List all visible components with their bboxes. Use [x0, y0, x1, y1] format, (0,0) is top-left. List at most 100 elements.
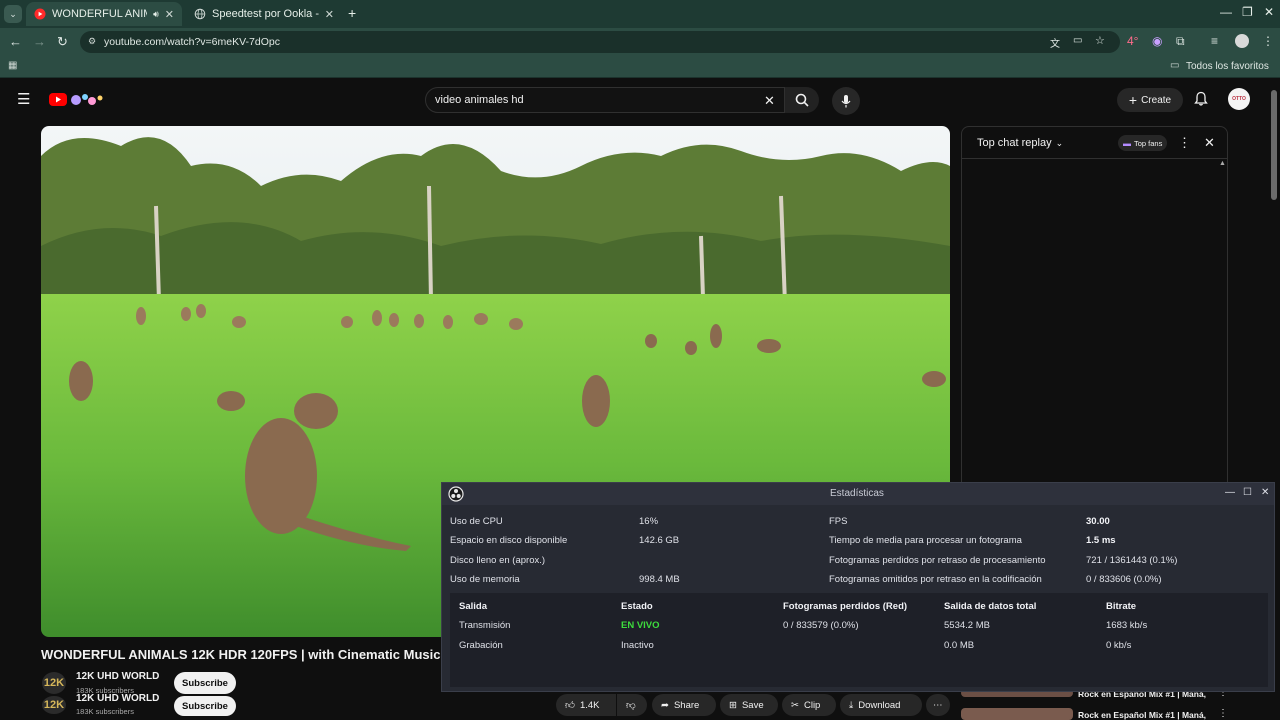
video-title: WONDERFUL ANIMALS 12K HDR 120FPS | with … — [41, 647, 441, 662]
address-bar[interactable]: ⚙︎ youtube.com/watch?v=6meKV-7dOpc 文 ▭ ☆ — [80, 31, 1120, 53]
obs-close-icon[interactable]: ✕ — [1261, 487, 1269, 498]
stat-value: 0 / 833606 (0.0%) — [1086, 574, 1162, 585]
tab-speedtest[interactable]: Speedtest por Ookla - La ✕ — [186, 2, 342, 26]
subscribe-button[interactable]: Subscribe — [174, 672, 236, 694]
share-button[interactable]: ➦ Share — [652, 694, 716, 716]
obs-minimize-icon[interactable]: — — [1225, 487, 1235, 498]
obs-logo-icon — [448, 486, 464, 502]
extension-icon-2[interactable]: ◉ — [1152, 34, 1162, 48]
stat-value: 998.4 MB — [639, 574, 680, 585]
related-thumbnail[interactable] — [961, 708, 1073, 720]
scissors-icon: ✂ — [791, 699, 799, 711]
create-label: Create — [1141, 94, 1172, 106]
table-cell: 0 kb/s — [1106, 640, 1132, 651]
globe-icon — [194, 8, 206, 20]
channel-avatar-text: 12K — [43, 677, 65, 689]
media-controls-icon[interactable]: ≡ — [1211, 34, 1218, 48]
clear-search-icon[interactable]: ✕ — [764, 93, 775, 109]
extensions-puzzle-icon[interactable]: ⧉ — [1176, 34, 1185, 49]
youtube-logo[interactable] — [48, 91, 108, 109]
chat-mode-label: Top chat replay — [977, 137, 1052, 149]
bookmark-star-icon[interactable]: ☆ — [1095, 34, 1105, 47]
profile-avatar[interactable] — [1235, 34, 1249, 48]
close-tab-icon[interactable]: ✕ — [165, 8, 174, 21]
translate-icon[interactable]: 文 — [1050, 35, 1060, 50]
table-header: Fotogramas perdidos (Red) — [783, 601, 908, 612]
channel-name[interactable]: 12K UHD WORLD — [76, 671, 159, 682]
table-cell: 1683 kb/s — [1106, 620, 1148, 631]
share-label: Share — [673, 699, 700, 711]
table-header: Estado — [621, 601, 653, 612]
related-title[interactable]: Rock en Español Mix #1 | Maná, — [1078, 710, 1206, 720]
top-fans-label: Top fans — [1134, 138, 1163, 148]
new-tab-button[interactable]: + — [348, 5, 356, 21]
microphone-icon — [841, 95, 851, 108]
table-cell: Inactivo — [621, 640, 654, 651]
dislike-button[interactable]: 👎︎ — [617, 694, 647, 716]
tab-title: WONDERFUL ANIMALS — [52, 8, 147, 20]
close-window-icon[interactable]: ✕ — [1264, 5, 1274, 19]
download-label: Download — [858, 699, 901, 711]
obs-maximize-icon[interactable]: ☐ — [1243, 487, 1252, 498]
table-header: Salida de datos total — [944, 601, 1037, 612]
chrome-menu-icon[interactable]: ⋮ — [1262, 34, 1274, 48]
stat-value: 1.5 ms — [1086, 535, 1116, 546]
clip-button[interactable]: ✂ Clip — [782, 694, 836, 716]
restore-window-icon[interactable]: ❐ — [1242, 5, 1253, 19]
back-icon[interactable]: ← — [9, 34, 22, 49]
chat-scroll-up-icon[interactable]: ▲ — [1219, 160, 1226, 167]
speaker-icon[interactable]: 🔊︎ — [153, 9, 159, 20]
cast-icon[interactable]: ▭ — [1073, 35, 1082, 46]
close-chat-icon[interactable]: ✕ — [1204, 135, 1215, 151]
channel-avatar-duplicate[interactable]: 12K — [42, 696, 66, 714]
more-actions-button[interactable]: ⋯ — [926, 694, 950, 716]
voice-search-button[interactable] — [832, 87, 860, 115]
apps-grid-icon[interactable]: ▦ — [8, 60, 17, 71]
notifications-bell-icon[interactable] — [1193, 91, 1209, 107]
reload-icon[interactable]: ↻ — [57, 34, 68, 50]
table-cell: 0.0 MB — [944, 640, 975, 651]
extension-icon[interactable]: 4° — [1127, 34, 1138, 48]
forward-icon[interactable]: → — [33, 34, 46, 49]
guide-menu-icon[interactable]: ☰ — [17, 90, 30, 108]
download-button[interactable]: ⤓ Download — [840, 694, 922, 716]
top-fans-button[interactable]: ▬ Top fans — [1118, 135, 1168, 151]
channel-name-duplicate[interactable]: 12K UHD WORLD — [76, 693, 159, 704]
tab-search-button[interactable]: ⌄ — [4, 5, 22, 23]
channel-avatar[interactable]: 12K — [42, 672, 66, 694]
like-button[interactable]: 👍︎ 1.4K — [556, 694, 616, 716]
close-tab-icon[interactable]: ✕ — [325, 8, 334, 21]
chat-mode-dropdown[interactable]: Top chat replay ⌄ — [977, 137, 1063, 149]
stat-value: 142.6 GB — [639, 535, 680, 546]
youtube-favicon — [34, 8, 46, 20]
thumbs-up-icon: 👍︎ — [565, 700, 575, 711]
chat-more-icon[interactable]: ⋮ — [1178, 135, 1191, 151]
subscribe-button-duplicate[interactable]: Subscribe — [174, 696, 236, 716]
more-horizontal-icon: ⋯ — [933, 699, 943, 711]
stat-value: 16% — [639, 516, 659, 527]
account-avatar[interactable]: OTTO — [1228, 88, 1250, 110]
live-chat-panel: Top chat replay ⌄ ▬ Top fans ⋮ ✕ ▲ — [961, 126, 1228, 494]
minimize-window-icon[interactable]: — — [1220, 5, 1232, 19]
stat-label: Tiempo de media para procesar un fotogra… — [829, 535, 1022, 546]
tab-youtube[interactable]: WONDERFUL ANIMALS 🔊︎ ✕ — [26, 2, 182, 26]
table-cell: 0 / 833579 (0.0%) — [783, 620, 859, 631]
site-info-icon[interactable]: ⚙︎ — [88, 36, 96, 47]
top-fans-icon: ▬ — [1123, 138, 1131, 148]
obs-title-bar[interactable]: Estadísticas — ☐ ✕ — [442, 483, 1274, 505]
tab-title: Speedtest por Ookla - La — [212, 8, 319, 20]
search-button[interactable] — [785, 87, 819, 113]
scrollbar-thumb[interactable] — [1271, 90, 1277, 200]
browser-tab-strip: ⌄ WONDERFUL ANIMALS 🔊︎ ✕ Speedtest por O… — [0, 0, 1280, 28]
search-icon — [795, 93, 809, 107]
all-bookmarks-folder[interactable]: Todos los favoritos — [1186, 61, 1269, 72]
stat-label: Espacio en disco disponible — [450, 535, 568, 546]
download-icon: ⤓ — [849, 699, 854, 711]
create-button[interactable]: + Create — [1117, 88, 1183, 112]
stat-value: 721 / 1361443 (0.1%) — [1086, 555, 1178, 566]
save-button[interactable]: ⊞ Save — [720, 694, 778, 716]
search-input[interactable]: video animales hd ✕ — [425, 87, 785, 113]
save-label: Save — [741, 699, 764, 711]
stat-label: Uso de CPU — [450, 516, 503, 527]
related-more-icon[interactable]: ⋮ — [1218, 708, 1228, 719]
